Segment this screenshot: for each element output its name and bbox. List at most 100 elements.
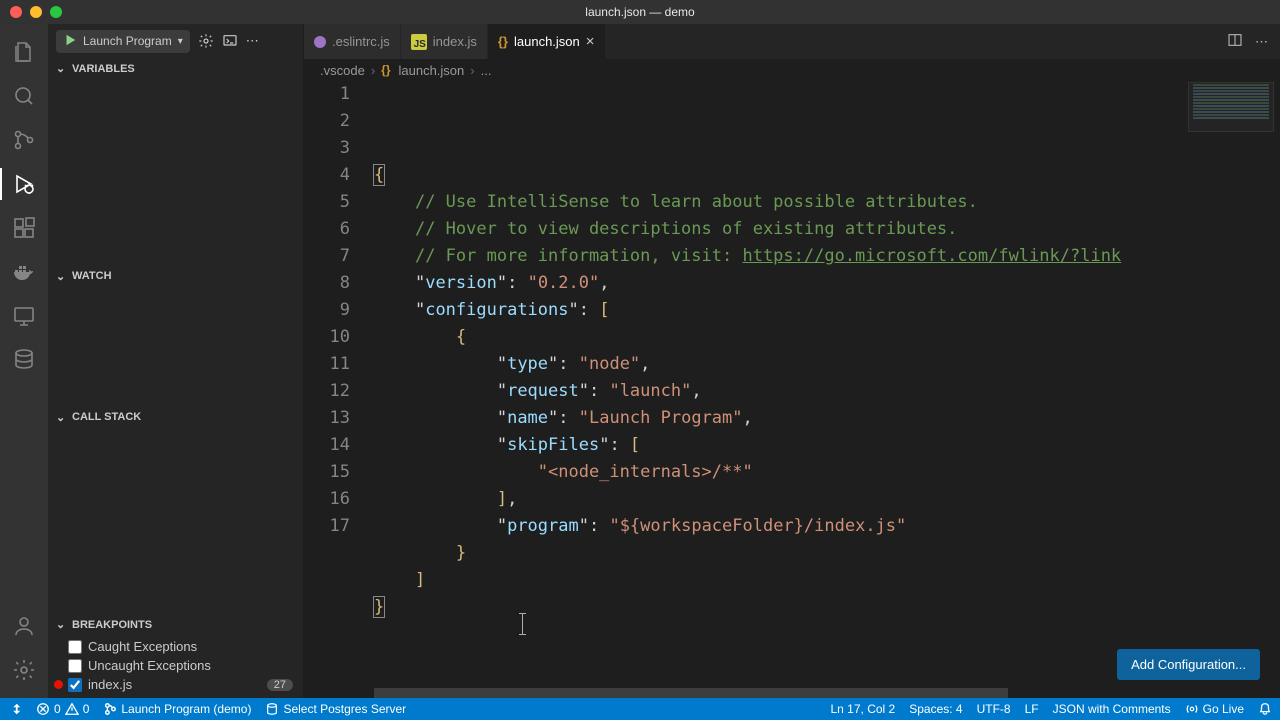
postgres-selector[interactable]: Select Postgres Server — [265, 702, 406, 716]
remote-explorer-icon[interactable] — [0, 294, 48, 338]
minimize-window-icon[interactable] — [30, 6, 42, 18]
maximize-window-icon[interactable] — [50, 6, 62, 18]
code-line[interactable]: } — [374, 540, 1280, 567]
code-line[interactable]: "skipFiles": [ — [374, 432, 1280, 459]
breakpoint-row[interactable]: Uncaught Exceptions — [48, 656, 303, 675]
code-line[interactable]: "program": "${workspaceFolder}/index.js" — [374, 513, 1280, 540]
close-window-icon[interactable] — [10, 6, 22, 18]
explorer-icon[interactable] — [0, 30, 48, 74]
chevron-down-icon: ⌄ — [56, 618, 68, 631]
code-line[interactable]: // Use IntelliSense to learn about possi… — [374, 189, 1280, 216]
more-icon[interactable]: ⋯ — [1255, 34, 1268, 50]
code-line[interactable]: "type": "node", — [374, 351, 1280, 378]
watch-body — [48, 287, 303, 407]
editor-body[interactable]: 1234567891011121314151617 { // Use Intel… — [304, 81, 1280, 698]
breakpoint-line-number: 27 — [267, 679, 293, 691]
line-number: 6 — [304, 216, 350, 243]
line-number: 15 — [304, 459, 350, 486]
breakpoint-checkbox[interactable] — [68, 659, 82, 673]
section-breakpoints[interactable]: ⌄ BREAKPOINTS — [48, 614, 303, 635]
database-icon[interactable] — [0, 338, 48, 382]
code-line[interactable]: // Hover to view descriptions of existin… — [374, 216, 1280, 243]
debug-console-icon[interactable] — [222, 33, 238, 49]
code-line[interactable]: { — [374, 324, 1280, 351]
line-number: 14 — [304, 432, 350, 459]
tab-index-js[interactable]: JS index.js — [401, 24, 488, 59]
language-mode[interactable]: JSON with Comments — [1053, 702, 1171, 716]
breadcrumb[interactable]: .vscode›{}launch.json›... — [304, 59, 1280, 81]
breakpoint-dot-icon — [54, 680, 63, 689]
problems-indicator[interactable]: 0 0 — [36, 702, 89, 716]
line-number: 3 — [304, 135, 350, 162]
code-content[interactable]: { // Use IntelliSense to learn about pos… — [374, 81, 1280, 698]
tab-label: .eslintrc.js — [332, 34, 390, 49]
remote-indicator[interactable] — [8, 702, 22, 716]
account-icon[interactable] — [0, 604, 48, 648]
eol[interactable]: LF — [1025, 702, 1039, 716]
extensions-icon[interactable] — [0, 206, 48, 250]
debug-toolbar: Launch Program ▾ ⋯ — [48, 24, 303, 58]
chevron-right-icon: › — [371, 63, 375, 78]
breakpoint-row[interactable]: index.js 27 — [48, 675, 303, 694]
section-callstack[interactable]: ⌄ CALL STACK — [48, 407, 303, 428]
tab-bar: .eslintrc.js JS index.js {}launch.json× ⋯ — [304, 24, 1280, 59]
breadcrumb-segment[interactable]: ... — [481, 63, 492, 78]
window-title: launch.json — demo — [585, 5, 694, 19]
play-icon[interactable] — [63, 33, 77, 50]
gear-icon[interactable] — [0, 648, 48, 692]
chevron-down-icon: ⌄ — [56, 270, 68, 283]
more-icon[interactable]: ⋯ — [246, 33, 259, 49]
go-live[interactable]: Go Live — [1185, 702, 1244, 716]
breakpoint-label: Uncaught Exceptions — [88, 658, 211, 673]
minimap[interactable] — [1188, 82, 1274, 132]
section-watch[interactable]: ⌄ WATCH — [48, 266, 303, 287]
breakpoint-label: index.js — [88, 677, 132, 692]
js-icon: JS — [411, 34, 427, 50]
code-line[interactable]: { — [374, 162, 1280, 189]
section-variables[interactable]: ⌄ VARIABLES — [48, 58, 303, 79]
add-configuration-button[interactable]: Add Configuration... — [1117, 649, 1260, 680]
encoding[interactable]: UTF-8 — [977, 702, 1011, 716]
run-debug-icon[interactable] — [0, 162, 48, 206]
debug-target[interactable]: Launch Program (demo) — [103, 702, 251, 716]
line-number: 5 — [304, 189, 350, 216]
launch-config-dropdown[interactable]: Launch Program ▾ — [56, 30, 190, 53]
bell-icon[interactable] — [1258, 702, 1272, 716]
code-line[interactable]: "version": "0.2.0", — [374, 270, 1280, 297]
title-bar: launch.json — demo — [0, 0, 1280, 24]
json-icon: {} — [381, 63, 390, 77]
source-control-icon[interactable] — [0, 118, 48, 162]
horizontal-scrollbar[interactable] — [374, 688, 1280, 698]
breadcrumb-segment[interactable]: .vscode — [320, 63, 365, 78]
code-line[interactable]: } — [374, 594, 1280, 621]
line-number: 8 — [304, 270, 350, 297]
breadcrumb-segment[interactable]: launch.json — [399, 63, 465, 78]
line-number: 1 — [304, 81, 350, 108]
chevron-down-icon: ⌄ — [56, 62, 68, 75]
breakpoint-checkbox[interactable] — [68, 640, 82, 654]
line-number: 13 — [304, 405, 350, 432]
indentation[interactable]: Spaces: 4 — [909, 702, 962, 716]
docker-icon[interactable] — [0, 250, 48, 294]
tab-label: index.js — [433, 34, 477, 49]
line-gutter: 1234567891011121314151617 — [304, 81, 374, 698]
close-icon[interactable]: × — [586, 33, 595, 50]
cursor-position[interactable]: Ln 17, Col 2 — [831, 702, 896, 716]
breakpoint-label: Caught Exceptions — [88, 639, 197, 654]
split-editor-icon[interactable] — [1227, 32, 1243, 51]
code-line[interactable]: "<node_internals>/**" — [374, 459, 1280, 486]
gear-icon[interactable] — [198, 33, 214, 49]
code-line[interactable]: ] — [374, 567, 1280, 594]
code-line[interactable]: "name": "Launch Program", — [374, 405, 1280, 432]
breakpoint-row[interactable]: Caught Exceptions — [48, 637, 303, 656]
breakpoint-checkbox[interactable] — [68, 678, 82, 692]
search-icon[interactable] — [0, 74, 48, 118]
code-line[interactable]: // For more information, visit: https://… — [374, 243, 1280, 270]
tab-launch-json[interactable]: {}launch.json× — [488, 24, 606, 59]
code-line[interactable]: "configurations": [ — [374, 297, 1280, 324]
line-number: 17 — [304, 513, 350, 540]
scrollbar-thumb[interactable] — [374, 688, 1008, 698]
code-line[interactable]: "request": "launch", — [374, 378, 1280, 405]
code-line[interactable]: ], — [374, 486, 1280, 513]
tab--eslintrc-js[interactable]: .eslintrc.js — [304, 24, 401, 59]
